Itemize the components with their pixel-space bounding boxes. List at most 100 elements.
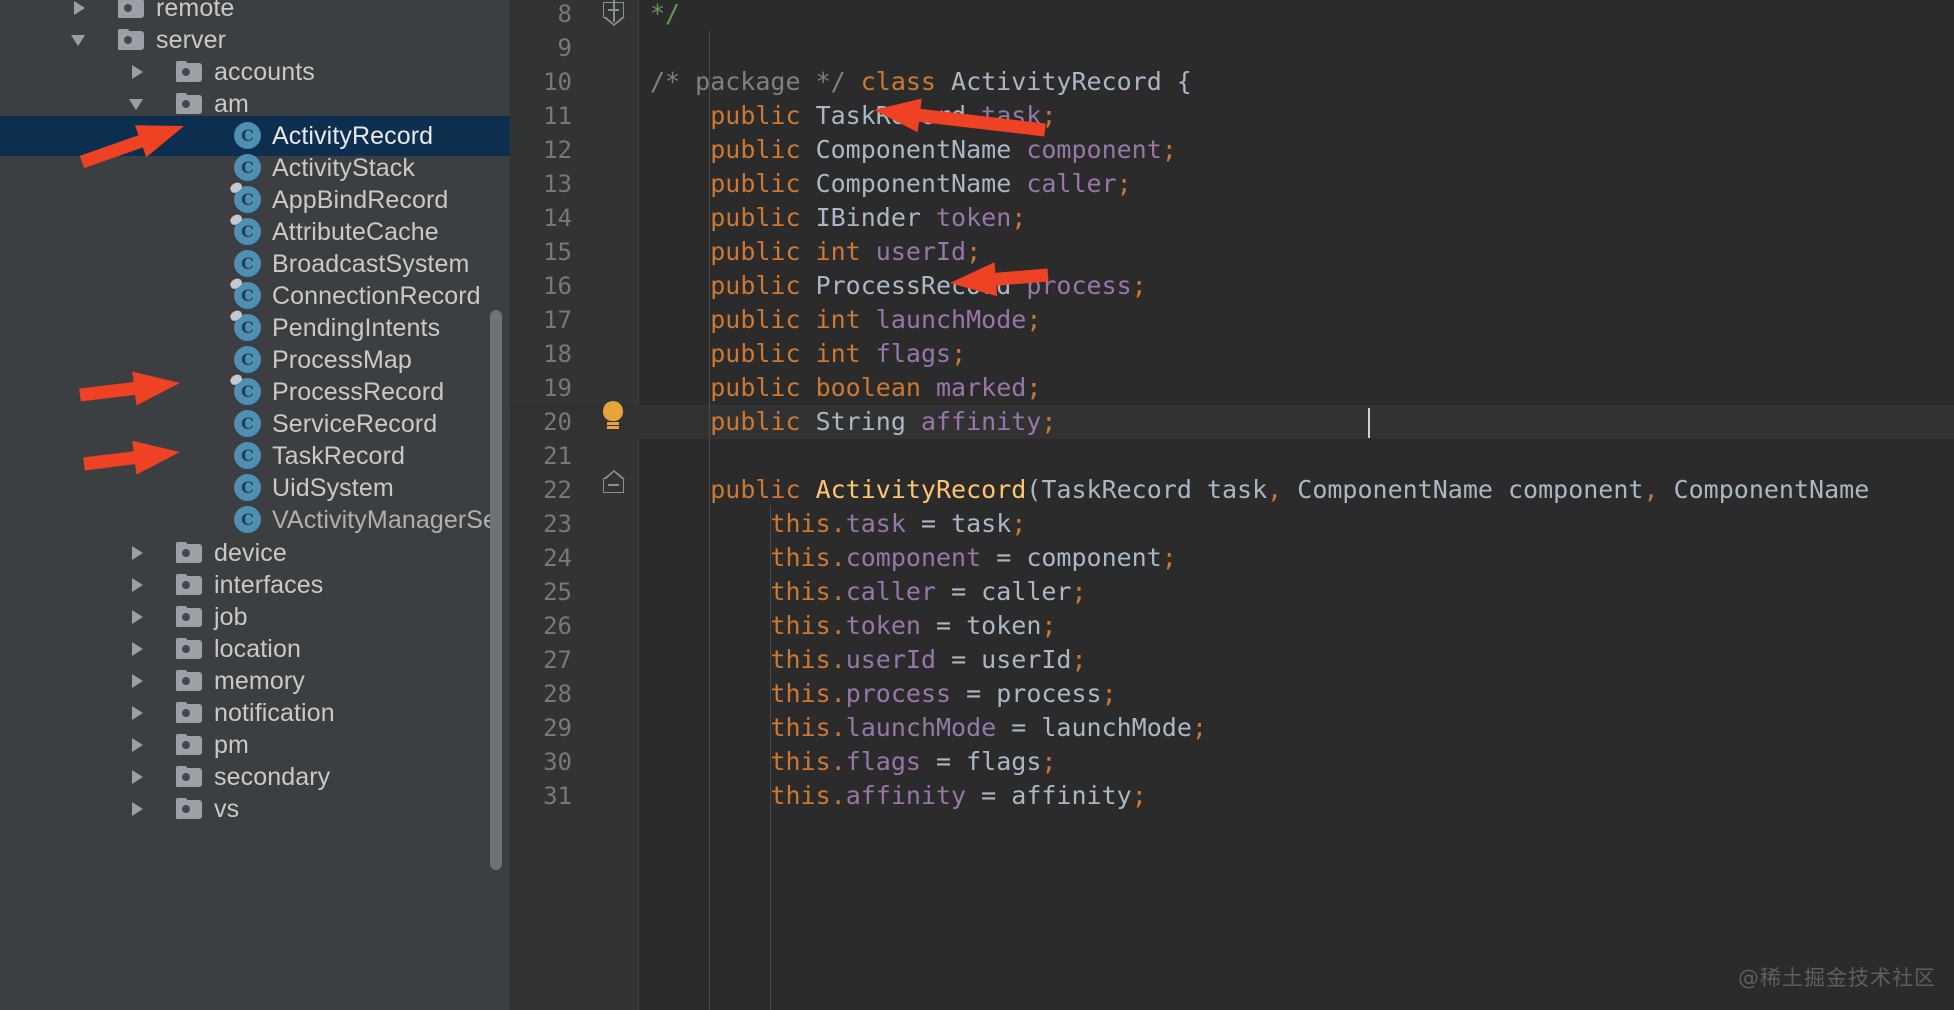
- code-line-18[interactable]: 18 public int flags;: [510, 337, 1954, 371]
- code-line-25[interactable]: 25 this.caller = caller;: [510, 575, 1954, 609]
- code-text[interactable]: public ComponentName component;: [650, 133, 1177, 167]
- line-number: 25: [543, 578, 572, 606]
- code-text[interactable]: public TaskRecord task;: [650, 99, 1056, 133]
- chevron-right-icon[interactable]: [128, 735, 148, 755]
- line-number: 30: [543, 748, 572, 776]
- chevron-right-icon[interactable]: [128, 62, 148, 82]
- chevron-right-icon[interactable]: [128, 575, 148, 595]
- java-class-icon: C: [234, 346, 261, 373]
- code-text[interactable]: this.task = task;: [650, 507, 1026, 541]
- line-number: 22: [543, 476, 572, 504]
- tree-item-label: memory: [214, 666, 305, 695]
- folder-icon: [176, 734, 202, 755]
- code-line-17[interactable]: 17 public int launchMode;: [510, 303, 1954, 337]
- chevron-down-icon[interactable]: [70, 30, 90, 50]
- ide-window: remote server accounts am C ActivityRecord C Ac…: [0, 0, 1954, 1010]
- code-text[interactable]: this.userId = userId;: [650, 643, 1086, 677]
- code-text[interactable]: public int flags;: [650, 337, 966, 371]
- line-number: 13: [543, 170, 572, 198]
- chevron-right-icon[interactable]: [128, 703, 148, 723]
- chevron-right-icon[interactable]: [128, 543, 148, 563]
- code-line-13[interactable]: 13 public ComponentName caller;: [510, 167, 1954, 201]
- tree-item-label: ProcessRecord: [272, 377, 445, 406]
- code-line-31[interactable]: 31 this.affinity = affinity;: [510, 779, 1954, 813]
- tree-item-label: job: [214, 602, 248, 631]
- code-line-22[interactable]: 22 public ActivityRecord(TaskRecord task…: [510, 473, 1954, 507]
- tree-item-label: pm: [214, 730, 249, 759]
- code-line-29[interactable]: 29 this.launchMode = launchMode;: [510, 711, 1954, 745]
- code-line-27[interactable]: 27 this.userId = userId;: [510, 643, 1954, 677]
- line-number: 19: [543, 374, 572, 402]
- line-number: 24: [543, 544, 572, 572]
- project-tree-panel[interactable]: remote server accounts am C ActivityRecord C Ac…: [0, 0, 510, 1010]
- code-editor-panel[interactable]: 8 */ 9 10 /* package */ class ActivityRecord…: [510, 0, 1954, 1010]
- tree-item-label: location: [214, 634, 301, 663]
- line-number: 15: [543, 238, 572, 266]
- code-line-14[interactable]: 14 public IBinder token;: [510, 201, 1954, 235]
- intention-lightbulb-icon[interactable]: [600, 401, 626, 431]
- line-number: 18: [543, 340, 572, 368]
- code-text[interactable]: this.launchMode = launchMode;: [650, 711, 1207, 745]
- chevron-right-icon[interactable]: [128, 607, 148, 627]
- code-text[interactable]: /* package */ class ActivityRecord {: [650, 65, 1192, 99]
- indent-guide: [709, 31, 710, 1010]
- tree-item-label: am: [214, 89, 249, 118]
- line-number: 11: [543, 102, 572, 130]
- java-class-icon: C: [234, 410, 261, 437]
- java-class-icon: C: [228, 180, 261, 213]
- folder-icon: [176, 574, 202, 595]
- tree-item-label: ConnectionRecord: [272, 281, 481, 310]
- code-text[interactable]: this.process = process;: [650, 677, 1116, 711]
- fold-start-icon[interactable]: [602, 470, 625, 500]
- code-text[interactable]: this.flags = flags;: [650, 745, 1056, 779]
- code-text[interactable]: this.caller = caller;: [650, 575, 1086, 609]
- chevron-right-icon[interactable]: [128, 767, 148, 787]
- tree-item-label: BroadcastSystem: [272, 249, 470, 278]
- code-line-10[interactable]: 10 /* package */ class ActivityRecord {: [510, 65, 1954, 99]
- tree-item-label: VActivityManagerSe: [272, 505, 498, 534]
- code-line-8[interactable]: 8 */: [510, 0, 1954, 31]
- code-text[interactable]: this.affinity = affinity;: [650, 779, 1146, 813]
- code-text[interactable]: public String affinity;: [650, 405, 1056, 439]
- code-text[interactable]: public ComponentName caller;: [650, 167, 1131, 201]
- project-tree-scrollbar[interactable]: [490, 310, 502, 870]
- tree-item-vs[interactable]: vs: [0, 789, 510, 829]
- folder-icon: [176, 606, 202, 627]
- java-class-icon: C: [234, 474, 261, 501]
- code-line-11[interactable]: 11 public TaskRecord task;: [510, 99, 1954, 133]
- code-text[interactable]: public int userId;: [650, 235, 981, 269]
- line-number: 21: [543, 442, 572, 470]
- code-line-9[interactable]: 9: [510, 31, 1954, 65]
- java-class-icon: C: [234, 442, 261, 469]
- code-line-20[interactable]: 20 public String affinity;: [510, 405, 1954, 439]
- code-line-21[interactable]: 21: [510, 439, 1954, 473]
- chevron-right-icon[interactable]: [128, 799, 148, 819]
- code-text[interactable]: this.token = token;: [650, 609, 1056, 643]
- tree-item-label: secondary: [214, 762, 331, 791]
- folder-icon: [176, 670, 202, 691]
- line-number: 28: [543, 680, 572, 708]
- code-line-30[interactable]: 30 this.flags = flags;: [510, 745, 1954, 779]
- chevron-right-icon[interactable]: [128, 671, 148, 691]
- folder-icon: [118, 0, 144, 18]
- code-line-19[interactable]: 19 public boolean marked;: [510, 371, 1954, 405]
- code-text[interactable]: public ActivityRecord(TaskRecord task, C…: [650, 473, 1869, 507]
- tree-item-label: interfaces: [214, 570, 324, 599]
- tree-item-label: accounts: [214, 57, 315, 86]
- code-line-15[interactable]: 15 public int userId;: [510, 235, 1954, 269]
- code-text[interactable]: public IBinder token;: [650, 201, 1026, 235]
- code-line-16[interactable]: 16 public ProcessRecord process;: [510, 269, 1954, 303]
- code-text[interactable]: */: [650, 0, 680, 31]
- chevron-down-icon[interactable]: [128, 94, 148, 114]
- chevron-right-icon[interactable]: [128, 639, 148, 659]
- tree-item-label: device: [214, 538, 287, 567]
- code-line-26[interactable]: 26 this.token = token;: [510, 609, 1954, 643]
- code-line-28[interactable]: 28 this.process = process;: [510, 677, 1954, 711]
- code-text[interactable]: this.component = component;: [650, 541, 1176, 575]
- code-text[interactable]: public ProcessRecord process;: [650, 269, 1147, 303]
- folder-icon: [176, 766, 202, 787]
- code-line-24[interactable]: 24 this.component = component;: [510, 541, 1954, 575]
- code-line-23[interactable]: 23 this.task = task;: [510, 507, 1954, 541]
- code-line-12[interactable]: 12 public ComponentName component;: [510, 133, 1954, 167]
- chevron-right-icon[interactable]: [70, 0, 90, 18]
